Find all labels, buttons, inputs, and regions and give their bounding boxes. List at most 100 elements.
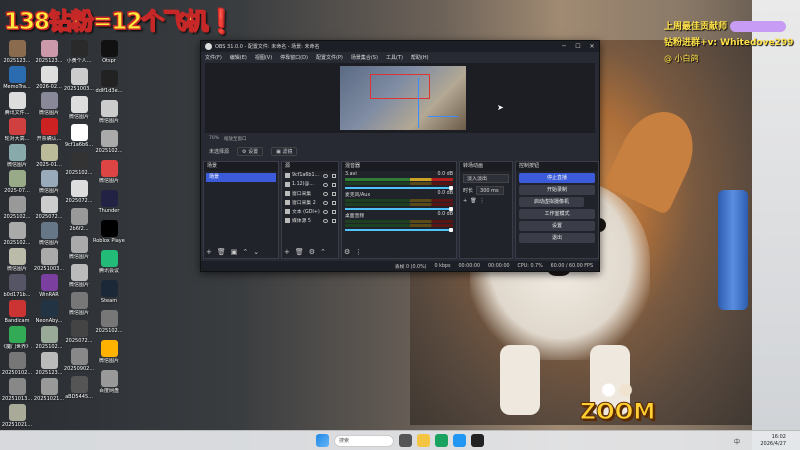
desktop-icon[interactable]: 2025-07... [2, 170, 32, 194]
desktop-icon[interactable]: 20251013... [2, 378, 32, 402]
desktop-icon[interactable]: 微信图片 [64, 292, 94, 316]
desktop-icon[interactable]: 20250902... [64, 348, 94, 372]
desktop-icon[interactable]: 20251021... [34, 378, 64, 402]
desktop-icon[interactable]: 开票确认... [34, 118, 64, 142]
desktop-icon[interactable]: 微信图片 [64, 236, 94, 260]
menu-scene-collection[interactable]: 场景集合(S) [351, 54, 378, 61]
desktop-icon[interactable]: 2025102... [64, 152, 94, 176]
desktop-icon[interactable]: 小黄个人... [64, 40, 94, 64]
menu-edit[interactable]: 编辑(E) [230, 54, 247, 61]
lock-icon[interactable] [332, 218, 336, 223]
desktop-icon[interactable]: 2025102... [94, 130, 124, 154]
gear-icon[interactable]: ⚙ [309, 248, 315, 256]
desktop-icon[interactable]: 腾讯会议 [94, 250, 124, 274]
arrow-down-icon[interactable]: ⌄ [253, 248, 259, 256]
obs-titlebar[interactable]: OBS 31.0.0 - 配置文件: 未命名 - 场景: 未命名 ─ ☐ ✕ [201, 41, 599, 52]
zoom-level[interactable]: 70% [209, 136, 219, 141]
desktop-icon[interactable]: NeonAby... [34, 300, 64, 324]
stop-streaming-button[interactable]: 停止直播 [519, 173, 595, 183]
desktop-icon[interactable]: 2025102... [2, 222, 32, 246]
add-icon[interactable]: + [463, 198, 467, 204]
desktop-icon[interactable]: 2025123... [34, 352, 64, 376]
desktop-icon[interactable]: MemoTra... [2, 66, 32, 90]
close-icon[interactable]: ✕ [585, 43, 599, 50]
volume-slider[interactable] [345, 207, 453, 211]
scene-item[interactable]: 场景 [206, 173, 276, 182]
desktop-icon[interactable]: 微信图片 [34, 92, 64, 116]
eye-icon[interactable] [323, 191, 328, 196]
eye-icon[interactable] [323, 218, 328, 223]
transition-select[interactable]: 淡入淡出 [463, 174, 509, 183]
exit-button[interactable]: 退出 [519, 233, 595, 243]
desktop-icon[interactable]: 2025-01... [34, 144, 64, 168]
eye-icon[interactable] [323, 200, 328, 205]
filter-icon[interactable]: ▣ [231, 248, 238, 256]
desktop-icon[interactable]: 微信图片 [94, 160, 124, 184]
lock-icon[interactable] [332, 209, 336, 214]
add-icon[interactable]: + [206, 248, 212, 256]
file-explorer-icon[interactable] [417, 434, 430, 447]
desktop-icon[interactable]: 微信图片 [2, 248, 32, 272]
duration-input[interactable]: 300 ms [476, 186, 505, 195]
filters-button[interactable]: ▣ 滤镜 [271, 146, 298, 156]
desktop-icon[interactable]: 微信图片 [2, 144, 32, 168]
volume-slider[interactable] [345, 228, 453, 232]
menu-file[interactable]: 文件(F) [205, 54, 222, 61]
lock-icon[interactable] [332, 173, 336, 178]
source-item[interactable]: 窗口采集 2 [282, 198, 338, 207]
preview-canvas[interactable] [340, 66, 466, 130]
desktop-icon[interactable]: 百度网盘 [94, 370, 124, 394]
obs-preview[interactable]: ➤ [205, 63, 595, 133]
desktop-icon[interactable]: 2026-02... [34, 66, 64, 90]
desktop-icon[interactable]: aBD5445... [64, 376, 94, 400]
source-item[interactable]: 媒体源 5 [282, 216, 338, 225]
menu-help[interactable]: 帮助(H) [411, 54, 429, 61]
lock-icon[interactable] [332, 200, 336, 205]
trash-icon[interactable]: 🗑 [470, 198, 476, 204]
desktop-icon[interactable]: 微信图片 [34, 170, 64, 194]
desktop-icon[interactable]: Bandicam [2, 300, 32, 324]
add-icon[interactable]: + [284, 248, 290, 256]
task-view-icon[interactable] [399, 434, 412, 447]
desktop-icon[interactable]: 腾讯文件... [2, 92, 32, 116]
source-item[interactable]: 9cf1a6b1... [282, 171, 338, 180]
desktop-icon[interactable]: 2025102... [2, 196, 32, 220]
desktop-icon[interactable]: 20251003... [34, 248, 64, 272]
arrow-up-icon[interactable]: ⌃ [242, 248, 248, 256]
menu-profile[interactable]: 配置文件(P) [316, 54, 343, 61]
source-item[interactable]: 1.12(@... [282, 180, 338, 189]
desktop-icon[interactable]: 微信图片 [64, 96, 94, 120]
windows-start-icon[interactable] [316, 434, 329, 447]
desktop-icon[interactable]: 20250102... [2, 352, 32, 376]
menu-docks[interactable]: 停靠窗口(D) [280, 54, 308, 61]
desktop-icon[interactable]: 20251003... [64, 68, 94, 92]
desktop-icon[interactable]: 20251021... [2, 404, 32, 428]
edge-icon[interactable] [435, 434, 448, 447]
eye-icon[interactable] [323, 182, 328, 187]
desktop-icon[interactable]: Thunder [94, 190, 124, 214]
desktop-icon[interactable]: 2025072... [64, 320, 94, 344]
taskbar-search[interactable]: 搜索 [334, 434, 394, 447]
menu-view[interactable]: 视图(V) [255, 54, 272, 61]
eye-icon[interactable] [323, 209, 328, 214]
eye-icon[interactable] [323, 173, 328, 178]
trash-icon[interactable]: 🗑 [217, 248, 226, 256]
desktop-icon[interactable]: 2025072... [34, 196, 64, 220]
obs-taskbar-icon[interactable] [471, 434, 484, 447]
desktop-icon[interactable]: b0d171b... [2, 274, 32, 298]
desktop-icon[interactable]: 2025123... [2, 40, 32, 64]
obs-window[interactable]: OBS 31.0.0 - 配置文件: 未命名 - 场景: 未命名 ─ ☐ ✕ 文… [200, 40, 600, 272]
desktop-icon[interactable]: Steam [94, 280, 124, 304]
maximize-icon[interactable]: ☐ [571, 43, 585, 50]
trash-icon[interactable]: 🗑 [295, 248, 304, 256]
desktop-icon[interactable]: ddlf1d3e... [94, 70, 124, 94]
virtual-camera-button[interactable]: 启动虚拟摄像机 [519, 197, 584, 207]
desktop-icon[interactable]: 2025123... [34, 40, 64, 64]
desktop-icon[interactable]: 9cf1a6b6... [64, 124, 94, 148]
minimize-icon[interactable]: ─ [557, 43, 571, 50]
ime-indicator[interactable]: 中 [734, 437, 740, 446]
menu-dots-icon[interactable]: ⋮ [480, 198, 485, 204]
source-item[interactable]: 文本 (GDI+) [282, 207, 338, 216]
desktop-icon[interactable]: 2b6f2... [64, 208, 94, 232]
desktop-icon[interactable]: 微信图片 [94, 100, 124, 124]
